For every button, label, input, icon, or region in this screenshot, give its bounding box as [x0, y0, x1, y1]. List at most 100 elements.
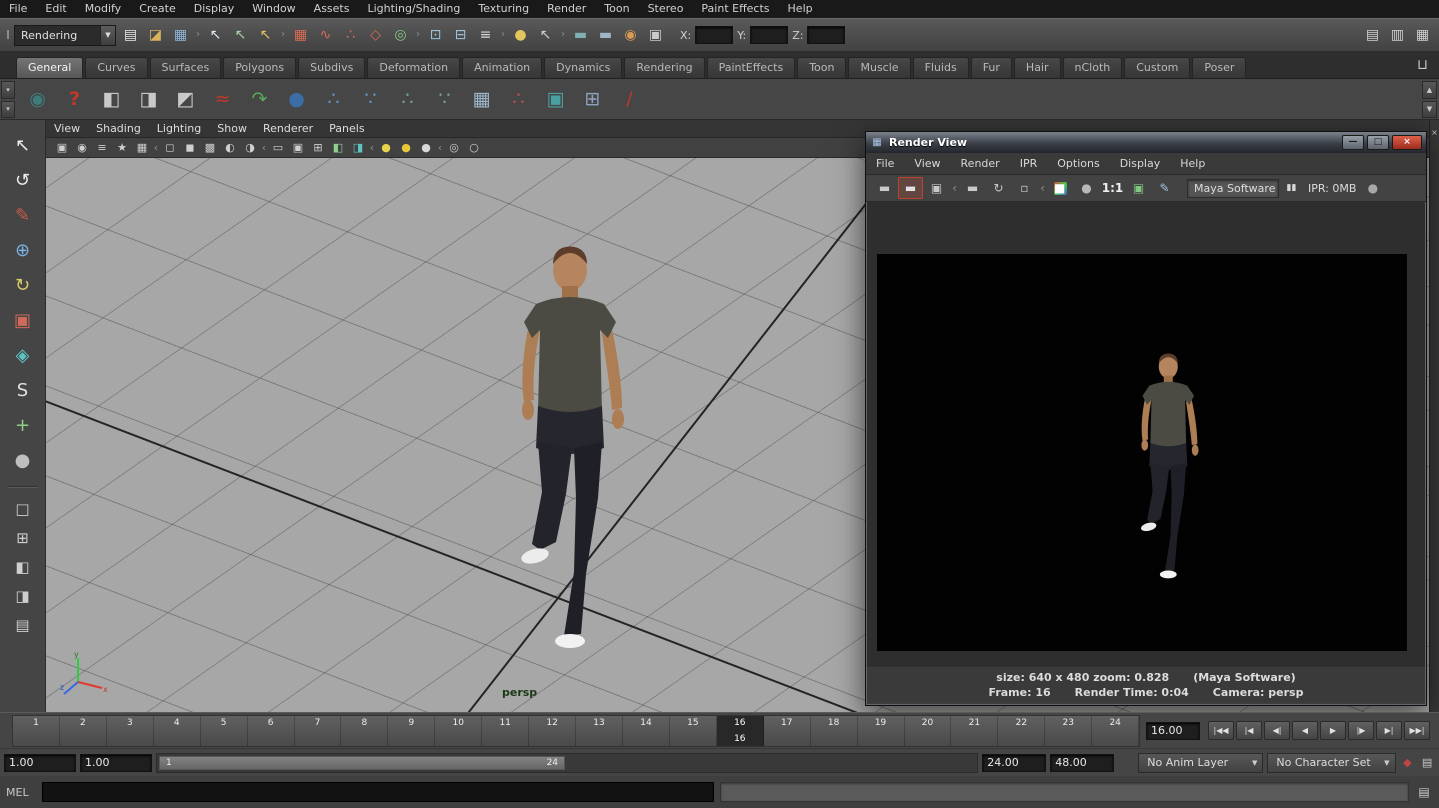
step-forward-key-button[interactable]: ▶| — [1376, 721, 1402, 740]
rv-menu-view[interactable]: View — [904, 153, 950, 175]
shelf-scroll-up-button[interactable]: ▲ — [1422, 81, 1437, 99]
select-object-icon[interactable]: ↖ — [228, 22, 253, 48]
renderer-selector[interactable]: Maya Software — [1187, 179, 1279, 198]
menu-toon[interactable]: Toon — [595, 0, 638, 18]
select-hierarchy-icon[interactable]: ↖ — [203, 22, 228, 48]
create-camera-aim-icon[interactable]: ◨ — [131, 81, 166, 117]
frame-2[interactable]: 2 — [60, 716, 107, 746]
y-input[interactable] — [750, 26, 788, 44]
go-to-start-button[interactable]: |◀◀ — [1208, 721, 1234, 740]
hypershade-layout-button[interactable]: ▤ — [5, 611, 41, 640]
rv-menu-options[interactable]: Options — [1047, 153, 1109, 175]
animation-end-field[interactable] — [1050, 754, 1114, 772]
shelf-options-button[interactable]: ▾ — [1, 81, 15, 99]
smooth-shade-icon[interactable]: ◼ — [180, 139, 200, 157]
construction-history-icon[interactable]: ≡ — [473, 22, 498, 48]
last-tool-used[interactable]: ● — [5, 443, 41, 478]
region-render-icon[interactable]: ▫ — [1012, 177, 1037, 199]
menu-window[interactable]: Window — [243, 0, 304, 18]
shelf-tab-menu-button[interactable]: ▾ — [1, 101, 15, 119]
menu-render[interactable]: Render — [538, 0, 595, 18]
frame-21[interactable]: 21 — [951, 716, 998, 746]
pause-ipr-icon[interactable]: ▮▮ — [1279, 177, 1304, 199]
show-manipulator-tool[interactable]: + — [5, 408, 41, 443]
shelf-tab-custom[interactable]: Custom — [1124, 57, 1190, 78]
menu-create[interactable]: Create — [130, 0, 185, 18]
menu-modify[interactable]: Modify — [76, 0, 130, 18]
shelf-tab-surfaces[interactable]: Surfaces — [150, 57, 222, 78]
step-back-key-button[interactable]: |◀ — [1236, 721, 1262, 740]
lock-selection-icon[interactable]: ● — [508, 22, 533, 48]
go-to-end-button[interactable]: ▶▶| — [1404, 721, 1430, 740]
step-back-frame-button[interactable]: ◀| — [1264, 721, 1290, 740]
character-set-selector[interactable]: No Character Set▼ — [1267, 753, 1395, 773]
dag-parent-icon[interactable]: ∴ — [390, 81, 425, 117]
shelf-tab-subdivs[interactable]: Subdivs — [298, 57, 365, 78]
shelf-tab-curves[interactable]: Curves — [85, 57, 147, 78]
panel-menu-show[interactable]: Show — [209, 120, 255, 138]
panel-menu-shading[interactable]: Shading — [88, 120, 149, 138]
shelf-tab-hair[interactable]: Hair — [1014, 57, 1061, 78]
playback-range-bar[interactable]: 1 24 — [159, 756, 565, 770]
one-to-one-button[interactable]: 1:1 — [1100, 177, 1125, 199]
play-backwards-button[interactable]: ◀ — [1292, 721, 1318, 740]
close-button[interactable]: × — [1392, 135, 1422, 150]
save-scene-icon[interactable]: ▦ — [168, 22, 193, 48]
soft-modification-tool[interactable]: S — [5, 373, 41, 408]
make-live-icon[interactable]: ◎ — [388, 22, 413, 48]
minimize-button[interactable]: — — [1342, 135, 1364, 150]
script-editor-icon[interactable]: ▤ — [1415, 782, 1433, 802]
redo-previous-render-icon[interactable]: ▬ — [898, 177, 923, 199]
bookmarks-icon[interactable]: ★ — [112, 139, 132, 157]
x-input[interactable] — [695, 26, 733, 44]
preserve-children-icon[interactable]: ↖ — [533, 22, 558, 48]
paint-selection-tool[interactable]: ✎ — [5, 198, 41, 233]
snapshot-icon[interactable]: ▣ — [924, 177, 949, 199]
menu-stereo[interactable]: Stereo — [639, 0, 693, 18]
shelf-scroll-down-button[interactable]: ▼ — [1422, 101, 1437, 119]
persp-outliner-layout-button[interactable]: ◧ — [5, 553, 41, 582]
frame-16[interactable]: 1616 — [717, 716, 764, 746]
panel-menu-lighting[interactable]: Lighting — [149, 120, 209, 138]
shelf-tab-polygons[interactable]: Polygons — [223, 57, 296, 78]
menu-display[interactable]: Display — [185, 0, 244, 18]
render-image[interactable] — [877, 254, 1407, 651]
hypergraph-hierarchy-icon[interactable]: ∴ — [316, 81, 351, 117]
render-current-frame-icon[interactable]: ▬ — [593, 22, 618, 48]
snap-curve-icon[interactable]: ∿ — [313, 22, 338, 48]
gate-mask-icon[interactable]: ▣ — [288, 139, 308, 157]
panel-menu-view[interactable]: View — [46, 120, 88, 138]
shelf-tab-deformation[interactable]: Deformation — [367, 57, 460, 78]
alpha-channel-icon[interactable]: ● — [1074, 177, 1099, 199]
frame-22[interactable]: 22 — [998, 716, 1045, 746]
current-time-field[interactable] — [1146, 722, 1200, 740]
toolbox-toggle-icon[interactable]: ▤ — [1360, 22, 1385, 48]
camera-attributes-icon[interactable]: ≡ — [92, 139, 112, 157]
move-tool[interactable]: ⊕ — [5, 233, 41, 268]
playback-end-field[interactable] — [982, 754, 1046, 772]
render-view-title-bar[interactable]: ▦ Render View —□× — [866, 132, 1426, 153]
frame-11[interactable]: 11 — [482, 716, 529, 746]
snap-grid-icon[interactable]: ▦ — [288, 22, 313, 48]
command-result[interactable] — [720, 782, 1409, 802]
use-lights-icon[interactable]: ◐ — [220, 139, 240, 157]
maximize-button[interactable]: □ — [1367, 135, 1389, 150]
shelf-tab-fur[interactable]: Fur — [971, 57, 1012, 78]
menu-help[interactable]: Help — [779, 0, 822, 18]
shelf-tab-fluids[interactable]: Fluids — [913, 57, 969, 78]
anim-layer-selector[interactable]: No Anim Layer▼ — [1138, 753, 1263, 773]
lock-camera-icon[interactable]: ◉ — [72, 139, 92, 157]
image-plane-icon[interactable]: ▦ — [132, 139, 152, 157]
playback-start-field[interactable] — [80, 754, 152, 772]
ipr-render-icon[interactable]: ◉ — [618, 22, 643, 48]
auto-keyframe-icon[interactable]: ◆ — [1400, 753, 1416, 773]
command-input[interactable] — [42, 782, 714, 802]
menu-file[interactable]: File — [0, 0, 36, 18]
panel-close-icon[interactable]: × — [1430, 128, 1439, 137]
frame-12[interactable]: 12 — [529, 716, 576, 746]
frame-5[interactable]: 5 — [201, 716, 248, 746]
help-icon[interactable]: ? — [57, 81, 92, 117]
frame-9[interactable]: 9 — [388, 716, 435, 746]
rotate-tool[interactable]: ↻ — [5, 268, 41, 303]
step-forward-frame-button[interactable]: |▶ — [1348, 721, 1374, 740]
